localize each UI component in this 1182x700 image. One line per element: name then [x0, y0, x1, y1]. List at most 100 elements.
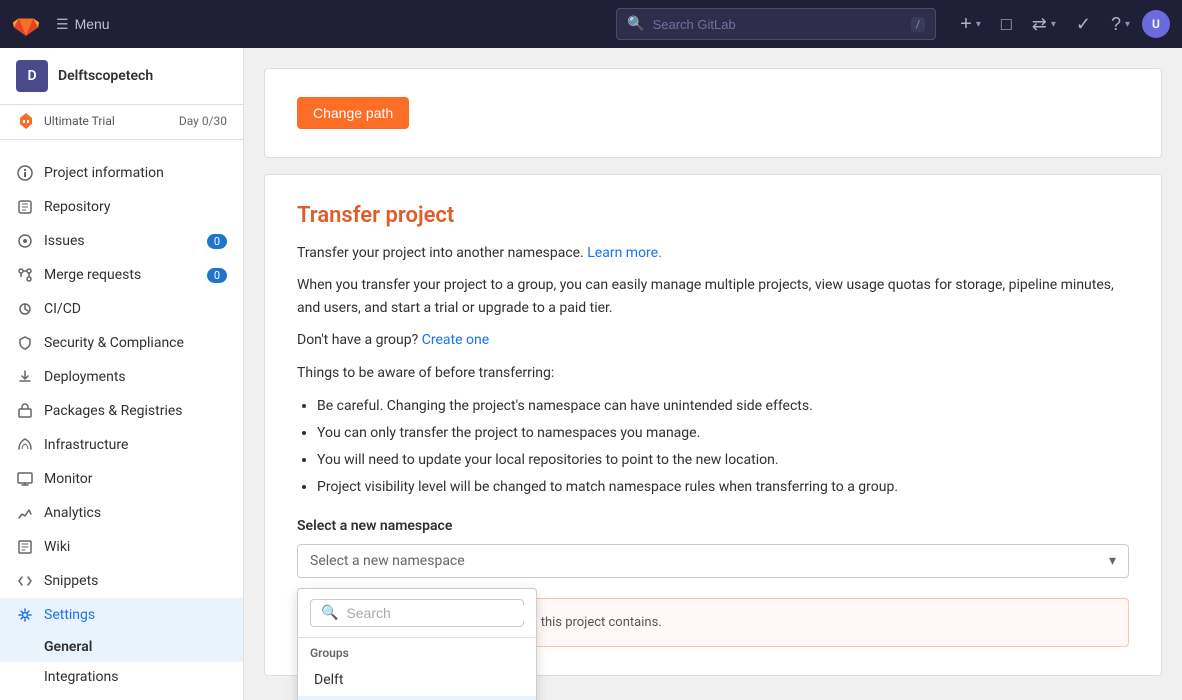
settings-icon — [16, 606, 34, 624]
chevron-down-icon-2: ▾ — [1051, 19, 1056, 30]
trial-bar-section: Ultimate Trial Day 0/30 — [0, 105, 243, 140]
merge-requests-nav-button[interactable]: ⇄ ▾ — [1024, 10, 1064, 39]
chevron-down-icon-select: ▾ — [1109, 553, 1116, 569]
snippets-icon — [16, 572, 34, 590]
sidebar-item-wiki[interactable]: Wiki — [0, 530, 243, 564]
sidebar-item-project-information[interactable]: Project information — [0, 156, 243, 190]
deployments-icon — [16, 368, 34, 386]
sidebar-sub-item-general[interactable]: General — [0, 632, 243, 662]
sidebar-item-cicd[interactable]: CI/CD — [0, 292, 243, 326]
sidebar-label-deployments: Deployments — [44, 369, 227, 385]
search-bar: 🔍 / — [616, 8, 936, 40]
dropdown-search-icon: 🔍 — [321, 605, 338, 621]
sidebar-item-repository[interactable]: Repository — [0, 190, 243, 224]
change-path-card: Change path — [264, 68, 1162, 158]
sidebar-item-monitor[interactable]: Monitor — [0, 462, 243, 496]
bullet-3: You will need to update your local repos… — [317, 450, 1129, 471]
trial-day: Day 0/30 — [179, 114, 227, 128]
issues-icon — [16, 232, 34, 250]
cicd-icon — [16, 300, 34, 318]
sidebar-label-infrastructure: Infrastructure — [44, 437, 227, 453]
sidebar-label-repository: Repository — [44, 199, 227, 215]
sub-item-integrations-label: Integrations — [44, 669, 118, 685]
sidebar-label-merge-requests: Merge requests — [44, 267, 197, 283]
sidebar-label-security: Security & Compliance — [44, 335, 227, 351]
monitor-icon — [16, 470, 34, 488]
org-name: Delftscopetech — [58, 68, 153, 84]
main-content: Change path Transfer project Transfer yo… — [244, 48, 1182, 700]
sidebar-item-snippets[interactable]: Snippets — [0, 564, 243, 598]
sidebar-item-settings[interactable]: Settings — [0, 598, 243, 632]
create-one-link[interactable]: Create one — [422, 332, 489, 348]
sidebar-label-packages: Packages & Registries — [44, 403, 227, 419]
info-icon — [16, 164, 34, 182]
sidebar-item-analytics[interactable]: Analytics — [0, 496, 243, 530]
sidebar-item-deployments[interactable]: Deployments — [0, 360, 243, 394]
gitlab-logo[interactable] — [12, 10, 40, 38]
merge-icon: ⇄ — [1032, 14, 1047, 35]
infrastructure-icon — [16, 436, 34, 454]
sidebar-item-merge-requests[interactable]: Merge requests 0 — [0, 258, 243, 292]
sidebar-label-issues: Issues — [44, 233, 197, 249]
dropdown-search-input[interactable] — [346, 605, 527, 621]
sidebar-label-wiki: Wiki — [44, 539, 227, 555]
analytics-icon — [16, 504, 34, 522]
plus-icon: + — [960, 13, 972, 36]
sidebar-label-snippets: Snippets — [44, 573, 227, 589]
sidebar-item-packages[interactable]: Packages & Registries — [0, 394, 243, 428]
shield-icon — [16, 334, 34, 352]
dropdown-item-delft[interactable]: Delft — [298, 664, 536, 696]
trial-name: Ultimate Trial — [44, 114, 115, 128]
sidebar: D Delftscopetech Ultimate Trial Day 0/30… — [0, 48, 244, 700]
org-avatar: D — [16, 60, 48, 92]
issues-badge: 0 — [207, 234, 227, 249]
transfer-description-2: When you transfer your project to a grou… — [297, 274, 1129, 319]
namespace-select[interactable]: Select a new namespace ▾ — [297, 544, 1129, 578]
dropdown-search-area: 🔍 — [298, 589, 536, 638]
fox-icon — [16, 111, 36, 131]
search-shortcut: / — [911, 17, 926, 32]
menu-button[interactable]: ☰ Menu — [48, 12, 118, 37]
sidebar-label-analytics: Analytics — [44, 505, 227, 521]
sidebar-item-issues[interactable]: Issues 0 — [0, 224, 243, 258]
change-path-button[interactable]: Change path — [297, 97, 409, 129]
sidebar-nav: Project information Repository Issues 0 — [0, 148, 243, 700]
dropdown-search-inner: 🔍 — [310, 599, 524, 627]
sidebar-label-settings: Settings — [44, 607, 227, 623]
search-input[interactable] — [653, 17, 903, 32]
bullet-1: Be careful. Changing the project's names… — [317, 396, 1129, 417]
packages-icon — [16, 402, 34, 420]
warning-list: Be careful. Changing the project's names… — [317, 396, 1129, 498]
things-title: Things to be aware of before transferrin… — [297, 362, 1129, 384]
dropdown-item-tutorials-team[interactable]: Tutorials Team — [298, 696, 536, 700]
bullet-4: Project visibility level will be changed… — [317, 477, 1129, 498]
todo-button[interactable]: ✓ — [1068, 10, 1099, 39]
sidebar-item-infrastructure[interactable]: Infrastructure — [0, 428, 243, 462]
navbar: ☰ Menu 🔍 / + ▾ □ ⇄ ▾ ✓ ? ▾ U — [0, 0, 1182, 48]
chevron-down-icon: ▾ — [976, 19, 981, 30]
sidebar-label-project-information: Project information — [44, 165, 227, 181]
sub-item-general-label: General — [44, 639, 92, 655]
hamburger-icon: ☰ — [56, 16, 69, 33]
bullet-2: You can only transfer the project to nam… — [317, 423, 1129, 444]
help-button[interactable]: ? ▾ — [1103, 10, 1138, 39]
no-group-text: Don't have a group? Create one — [297, 329, 1129, 351]
user-avatar[interactable]: U — [1142, 10, 1170, 38]
sidebar-sub-item-integrations[interactable]: Integrations — [0, 662, 243, 692]
help-icon: ? — [1111, 14, 1121, 35]
transfer-description-1: Transfer your project into another names… — [297, 242, 1129, 264]
appearance-button[interactable]: □ — [993, 10, 1020, 39]
sidebar-label-monitor: Monitor — [44, 471, 227, 487]
sidebar-item-security[interactable]: Security & Compliance — [0, 326, 243, 360]
transfer-project-card: Transfer project Transfer your project i… — [264, 174, 1162, 676]
sidebar-org-header: D Delftscopetech — [0, 48, 243, 105]
namespace-select-placeholder: Select a new namespace — [310, 553, 465, 569]
sidebar-sub-item-webhooks[interactable]: Webhooks — [0, 692, 243, 700]
create-button[interactable]: + ▾ — [952, 9, 989, 40]
repository-icon — [16, 198, 34, 216]
chevron-down-icon-3: ▾ — [1125, 19, 1130, 30]
merge-requests-icon — [16, 266, 34, 284]
todo-icon: ✓ — [1076, 14, 1091, 35]
sidebar-label-cicd: CI/CD — [44, 301, 227, 317]
learn-more-link[interactable]: Learn more. — [587, 245, 662, 261]
